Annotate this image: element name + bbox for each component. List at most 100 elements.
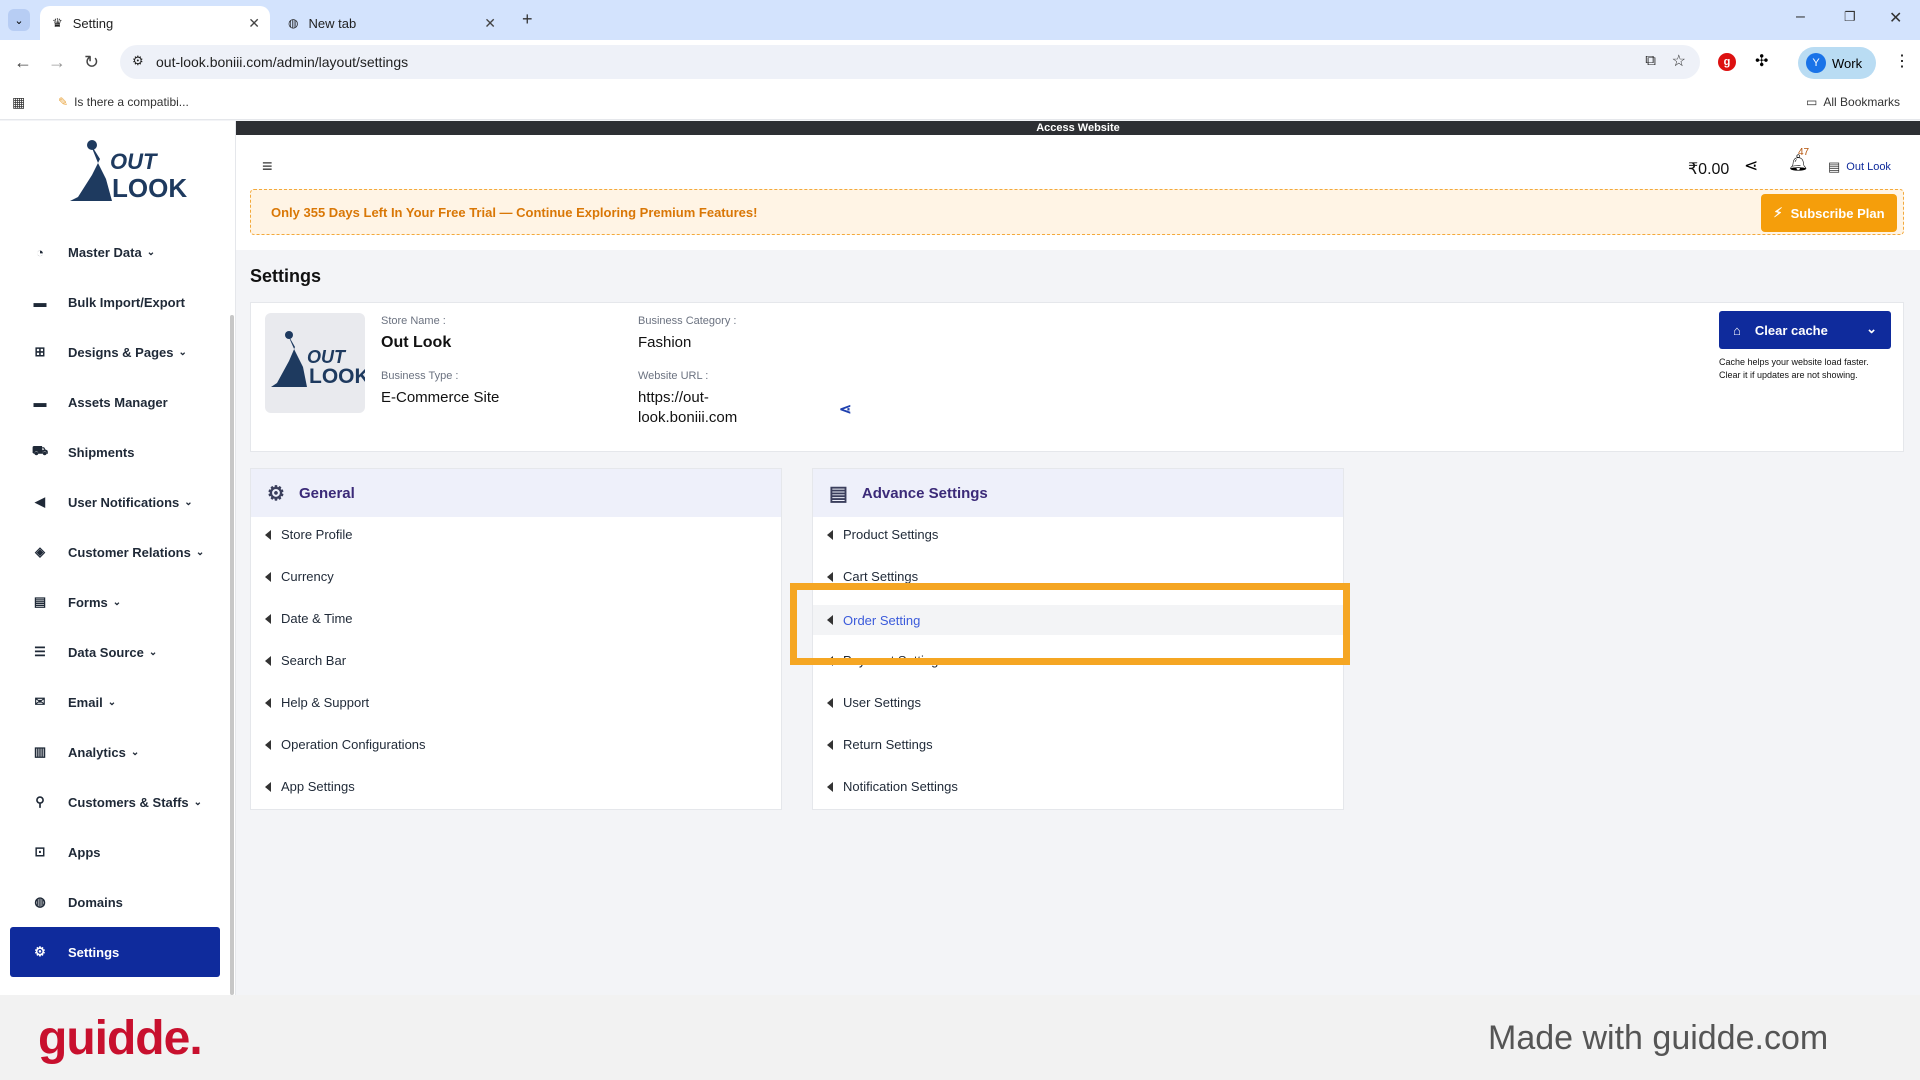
settings-link-operation-configurations[interactable]: Operation Configurations [265, 737, 426, 752]
chevron-down-icon: ⌄ [148, 646, 158, 658]
trial-banner: Only 355 Days Left In Your Free Trial — … [250, 189, 1904, 235]
folder-icon: ▬ [33, 294, 47, 310]
settings-link-return-settings[interactable]: Return Settings [827, 737, 933, 752]
settings-link-date-time[interactable]: Date & Time [265, 611, 353, 626]
extension-icon[interactable]: g [1718, 53, 1736, 71]
settings-link-store-profile[interactable]: Store Profile [265, 527, 353, 542]
sidebar-item-label: Settings [68, 944, 120, 960]
sidebar-item-user-notifications[interactable]: ◀ User Notifications ⌄ [10, 477, 220, 527]
database-icon: ☰ [34, 644, 46, 659]
subscribe-plan-button[interactable]: ⚡︎ Subscribe Plan [1761, 194, 1897, 232]
extensions-puzzle-icon[interactable]: ✣ [1755, 51, 1768, 71]
close-window-icon[interactable]: ✕ [1889, 8, 1902, 28]
business-type-label: Business Type : [381, 370, 459, 382]
settings-link-user-settings[interactable]: User Settings [827, 695, 921, 710]
all-bookmarks-button[interactable]: ▭ All Bookmarks [1806, 95, 1900, 109]
close-tab-icon[interactable]: ✕ [248, 15, 260, 32]
share-url-icon[interactable]: ⋖ [839, 400, 852, 418]
new-tab-button[interactable]: + [522, 9, 533, 30]
sidebar-item-settings[interactable]: ⚙ Settings [10, 927, 220, 977]
business-category-label: Business Category : [638, 315, 737, 327]
website-url-line1[interactable]: https://out- [638, 389, 709, 406]
sidebar-item-data-source[interactable]: ☰ Data Source ⌄ [10, 627, 220, 677]
caret-left-icon [265, 571, 271, 582]
truck-icon: ⛟ [31, 443, 49, 458]
sidebar-item-bulk-import-export[interactable]: ▬ Bulk Import/Export [10, 277, 220, 327]
tab-new-tab[interactable]: ◍ New tab ✕ [276, 6, 506, 40]
restore-icon[interactable]: ❐ [1844, 9, 1856, 25]
store-logo[interactable]: OUT LOOK [60, 135, 187, 209]
tab-search-icon[interactable]: ⌄ [8, 9, 30, 31]
sidebar-item-customers-staffs[interactable]: ⚲ Customers & Staffs ⌄ [10, 777, 220, 827]
chevron-down-icon: ⌄ [146, 246, 156, 258]
form-icon: ▤ [33, 594, 47, 609]
caret-left-icon [827, 697, 833, 708]
browser-menu-icon[interactable]: ⋮ [1894, 51, 1910, 71]
chevron-down-icon: ⌄ [184, 496, 193, 508]
settings-link-cart-settings[interactable]: Cart Settings [827, 569, 918, 584]
sidebar-item-assets-manager[interactable]: ▬ Assets Manager [10, 377, 220, 427]
website-url-line2[interactable]: look.boniii.com [638, 409, 737, 426]
sidebar-item-forms[interactable]: ▤ Forms ⌄ [10, 577, 220, 627]
sidebar-item-shipments[interactable]: ⛟ Shipments [10, 427, 220, 477]
site-info-icon[interactable]: ⚙ [132, 53, 144, 69]
sidebar-item-designs-pages[interactable]: ⊞ Designs & Pages ⌄ [10, 327, 220, 377]
sidebar-item-analytics[interactable]: ▥ Analytics ⌄ [10, 727, 220, 777]
gear-icon: ⚙ [34, 944, 46, 959]
sidebar-item-customer-relations[interactable]: ◈ Customer Relations ⌄ [10, 527, 220, 577]
hamburger-menu-icon[interactable]: ≡ [262, 156, 273, 177]
sidebar-item-label: User Notifications [68, 494, 180, 510]
made-with-text: Made with guidde.com [1488, 1019, 1829, 1057]
caret-left-icon [265, 739, 271, 750]
chevron-down-icon: ⌄ [112, 596, 122, 608]
apps-icon: ⊡ [34, 844, 46, 859]
chevron-down-icon: ⌄ [107, 696, 117, 708]
caret-left-icon [827, 739, 833, 750]
caret-left-icon [265, 655, 271, 666]
chevron-down-icon[interactable]: ⌄ [1866, 321, 1877, 337]
store-link[interactable]: ▤ Out Look [1828, 159, 1891, 175]
install-app-icon[interactable]: ⧉ [1645, 52, 1656, 69]
profile-button[interactable]: Y Work [1798, 47, 1876, 79]
wallet-balance: ₹0.00 [1688, 161, 1730, 178]
sidebar-scrollbar[interactable] [230, 315, 234, 995]
sidebar-item-domains[interactable]: ◍ Domains [10, 877, 220, 927]
sidebar-item-label: Master Data [68, 244, 142, 260]
settings-link-currency[interactable]: Currency [265, 569, 334, 584]
settings-link-search-bar[interactable]: Search Bar [265, 653, 346, 668]
megaphone-icon: ◀ [35, 494, 45, 509]
tab-setting[interactable]: ♛ Setting ✕ [40, 6, 270, 40]
back-icon[interactable]: ← [14, 52, 32, 73]
browser-toolbar: ← → ↻ ⚙ out-look.boniii.com/admin/layout… [0, 40, 1920, 86]
address-bar[interactable]: ⚙ out-look.boniii.com/admin/layout/setti… [120, 45, 1700, 79]
settings-link-help-support[interactable]: Help & Support [265, 695, 369, 710]
reload-icon[interactable]: ↻ [84, 52, 99, 73]
sidebar-item-label: Forms [68, 594, 108, 610]
sidebar-item-label: Shipments [68, 444, 135, 460]
lightning-icon: ⚡︎ [1773, 205, 1783, 220]
sidebar-item-master-data[interactable]: ◔ Master Data ⌄ [10, 227, 220, 277]
caret-left-icon [265, 613, 271, 624]
bookmark-item[interactable]: ✎ Is there a compatibi... [58, 95, 189, 109]
store-icon: ▤ [1828, 159, 1841, 174]
settings-link-product-settings[interactable]: Product Settings [827, 527, 938, 542]
bookmark-star-icon[interactable]: ☆ [1672, 51, 1686, 71]
sidebar-item-apps[interactable]: ⊡ Apps [10, 827, 220, 877]
access-website-bar[interactable]: Access Website [236, 121, 1920, 135]
bookmark-favicon-icon: ✎ [58, 95, 69, 109]
close-tab-icon[interactable]: ✕ [484, 15, 496, 32]
minimize-icon[interactable]: – [1796, 8, 1805, 26]
guidde-footer: guidde. Made with guidde.com [0, 995, 1920, 1080]
settings-link-notification-settings[interactable]: Notification Settings [827, 779, 958, 794]
forward-icon[interactable]: → [48, 52, 66, 73]
globe-icon: ◍ [34, 894, 46, 909]
clear-cache-button[interactable]: ⌂ Clear cache ⌄ [1719, 311, 1891, 349]
mail-icon: ✉ [34, 694, 46, 709]
share-icon[interactable]: ⋖ [1744, 156, 1758, 176]
settings-link-app-settings[interactable]: App Settings [265, 779, 355, 794]
notifications-button[interactable]: 🔔︎ 47 [1788, 147, 1809, 173]
business-type: E-Commerce Site [381, 389, 500, 406]
apps-grid-icon[interactable]: ▦ [12, 94, 25, 111]
sidebar-item-email[interactable]: ✉ Email ⌄ [10, 677, 220, 727]
cache-help-line1: Cache helps your website load faster. [1719, 357, 1869, 367]
